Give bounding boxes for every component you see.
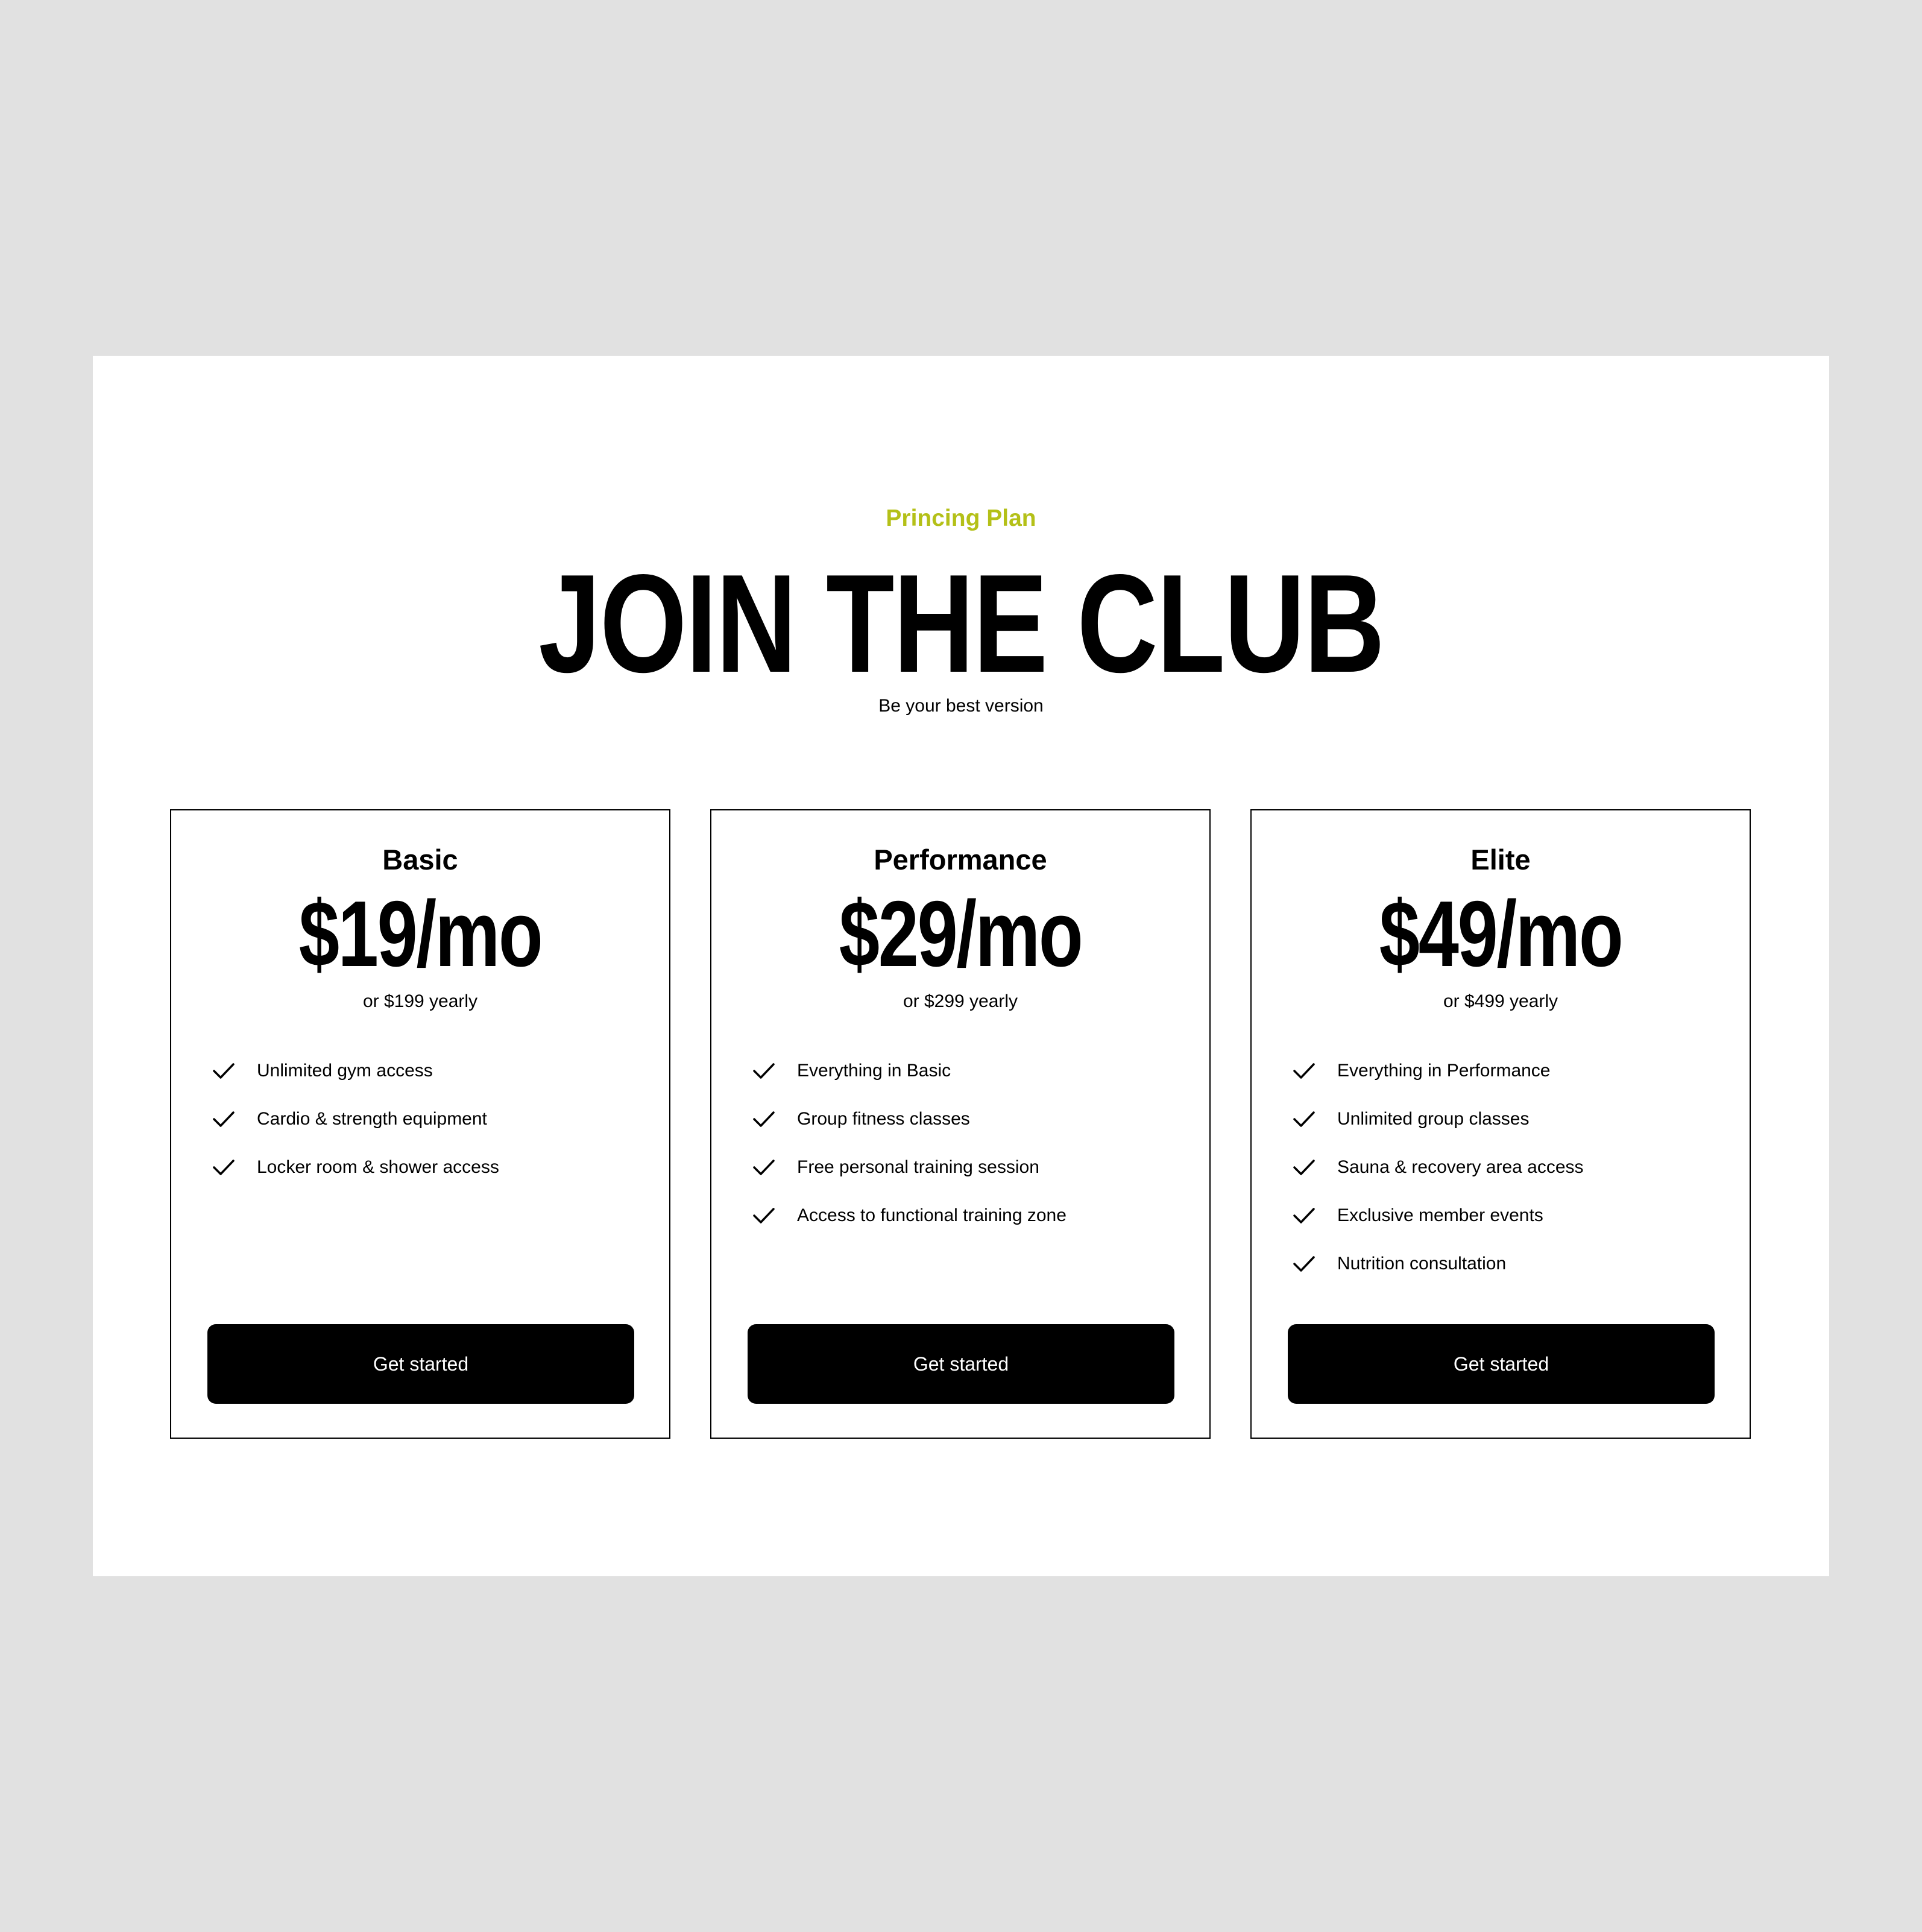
feature-list: Everything in Performance Unlimited grou…	[1293, 1047, 1584, 1288]
check-icon	[1293, 1063, 1315, 1079]
feature-label: Unlimited group classes	[1337, 1109, 1530, 1129]
feature-item: Nutrition consultation	[1293, 1240, 1584, 1288]
feature-item: Everything in Basic	[752, 1047, 1067, 1095]
plan-yearly-price: or $499 yearly	[1443, 991, 1558, 1011]
check-icon	[753, 1063, 775, 1079]
feature-item: Free personal training session	[752, 1143, 1067, 1192]
plan-yearly-price: or $199 yearly	[362, 991, 478, 1011]
check-icon	[1293, 1256, 1315, 1272]
check-icon	[213, 1160, 235, 1175]
feature-label: Sauna & recovery area access	[1337, 1157, 1584, 1177]
feature-label: Group fitness classes	[797, 1109, 970, 1129]
check-icon	[753, 1208, 775, 1223]
feature-list: Unlimited gym access Cardio & strength e…	[212, 1047, 499, 1192]
check-icon	[1293, 1208, 1315, 1223]
plan-card-performance: Performance $29/mo or $299 yearly Everyt…	[710, 809, 1211, 1439]
plan-price-text: $49/mo	[1379, 882, 1624, 986]
get-started-button-basic[interactable]: Get started	[207, 1324, 634, 1404]
plan-card-elite: Elite $49/mo or $499 yearly Everything i…	[1250, 809, 1751, 1439]
check-icon	[213, 1111, 235, 1127]
feature-label: Everything in Performance	[1337, 1061, 1551, 1081]
feature-item: Access to functional training zone	[752, 1192, 1067, 1240]
plan-price-text: $19/mo	[298, 882, 543, 986]
plan-yearly-price: or $299 yearly	[903, 991, 1018, 1011]
feature-label: Access to functional training zone	[797, 1205, 1067, 1225]
feature-item: Exclusive member events	[1293, 1192, 1584, 1240]
feature-list: Everything in Basic Group fitness classe…	[752, 1047, 1067, 1240]
plan-price-text: $29/mo	[839, 882, 1083, 986]
get-started-button-elite[interactable]: Get started	[1288, 1324, 1715, 1404]
plan-name: Performance	[874, 844, 1047, 876]
feature-item: Sauna & recovery area access	[1293, 1143, 1584, 1192]
plan-price: $29/mo	[711, 883, 1209, 985]
feature-item: Locker room & shower access	[212, 1143, 499, 1192]
section-eyebrow: Princing Plan	[886, 505, 1036, 531]
feature-item: Unlimited gym access	[212, 1047, 499, 1095]
feature-label: Unlimited gym access	[257, 1061, 433, 1081]
feature-label: Free personal training session	[797, 1157, 1039, 1177]
plan-price: $49/mo	[1252, 883, 1750, 985]
plan-price: $19/mo	[171, 883, 669, 985]
check-icon	[213, 1063, 235, 1079]
feature-label: Nutrition consultation	[1337, 1254, 1507, 1274]
feature-label: Locker room & shower access	[257, 1157, 499, 1177]
feature-item: Unlimited group classes	[1293, 1095, 1584, 1143]
feature-label: Everything in Basic	[797, 1061, 951, 1081]
plan-card-basic: Basic $19/mo or $199 yearly Unlimited gy…	[170, 809, 670, 1439]
plan-name: Elite	[1470, 844, 1531, 876]
feature-label: Exclusive member events	[1337, 1205, 1543, 1225]
page-title-text: JOIN THE CLUB	[538, 546, 1385, 702]
feature-item: Everything in Performance	[1293, 1047, 1584, 1095]
check-icon	[1293, 1160, 1315, 1175]
page-title: JOIN THE CLUB	[0, 552, 1922, 696]
page-subtitle: Be your best version	[878, 696, 1044, 716]
check-icon	[1293, 1111, 1315, 1127]
feature-label: Cardio & strength equipment	[257, 1109, 487, 1129]
get-started-button-performance[interactable]: Get started	[748, 1324, 1174, 1404]
check-icon	[753, 1160, 775, 1175]
feature-item: Group fitness classes	[752, 1095, 1067, 1143]
feature-item: Cardio & strength equipment	[212, 1095, 499, 1143]
check-icon	[753, 1111, 775, 1127]
plan-name: Basic	[382, 844, 458, 876]
